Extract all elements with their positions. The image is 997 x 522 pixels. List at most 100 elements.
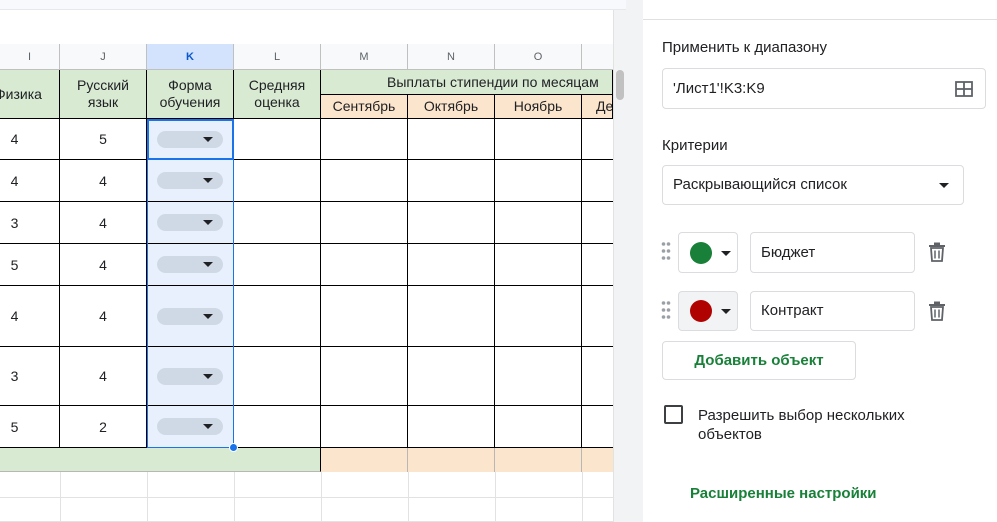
table-cell[interactable]	[234, 202, 321, 244]
header-payments[interactable]: Выплаты стипендии по месяцам	[321, 70, 613, 95]
header-month-november[interactable]: Ноябрь	[495, 95, 582, 119]
option-color-picker-contract[interactable]	[678, 291, 738, 331]
table-cell[interactable]: 4	[60, 160, 147, 202]
option-color-picker-budget[interactable]	[678, 232, 738, 273]
drag-handle-icon[interactable]	[661, 300, 671, 325]
table-cell[interactable]	[582, 347, 613, 406]
option-value-input-budget[interactable]: Бюджет	[750, 232, 915, 273]
option-value-input-contract[interactable]: Контракт	[750, 291, 915, 331]
header-month-december[interactable]: Де	[582, 95, 613, 119]
advanced-settings-link[interactable]: Расширенные настройки	[690, 485, 877, 502]
header-month-september[interactable]: Сентябрь	[321, 95, 408, 119]
trash-icon[interactable]	[928, 301, 946, 326]
table-cell[interactable]	[408, 347, 495, 406]
table-cell[interactable]	[234, 347, 321, 406]
table-cell[interactable]: 4	[60, 244, 147, 286]
table-cell[interactable]: 5	[0, 244, 60, 286]
table-cell[interactable]	[495, 347, 582, 406]
header-form[interactable]: Форма обучения	[147, 70, 234, 119]
spreadsheet-grid[interactable]: I J K L M N O Физика Русский язык Форма …	[0, 0, 626, 522]
column-header-m[interactable]: M	[321, 44, 408, 70]
table-cell[interactable]: 4	[0, 286, 60, 347]
table-cell[interactable]: 4	[60, 286, 147, 347]
table-cell[interactable]: 2	[60, 406, 147, 448]
table-cell[interactable]	[408, 160, 495, 202]
table-cell[interactable]	[321, 406, 408, 448]
table-cell[interactable]	[234, 406, 321, 448]
table-cell[interactable]	[234, 286, 321, 347]
header-physics[interactable]: Физика	[0, 70, 60, 119]
table-cell[interactable]	[321, 347, 408, 406]
column-header-o[interactable]: O	[495, 44, 582, 70]
table-cell[interactable]	[582, 119, 613, 160]
table-cell[interactable]	[495, 406, 582, 448]
dropdown-chip[interactable]	[157, 256, 223, 273]
table-cell[interactable]: 4	[0, 160, 60, 202]
footer-row-green[interactable]	[0, 448, 321, 472]
table-cell[interactable]	[582, 406, 613, 448]
column-header-i[interactable]: I	[0, 44, 60, 70]
header-russian[interactable]: Русский язык	[60, 70, 147, 119]
column-header-l[interactable]: L	[234, 44, 321, 70]
range-input[interactable]: 'Лист1'!K3:K9	[662, 68, 986, 109]
table-cell[interactable]	[582, 286, 613, 347]
table-cell[interactable]	[408, 119, 495, 160]
dropdown-cell[interactable]	[147, 119, 234, 160]
dropdown-cell[interactable]	[147, 286, 234, 347]
drag-handle-icon[interactable]	[661, 241, 671, 266]
allow-multiple-label[interactable]: Разрешить выбор нескольких объектов	[698, 406, 938, 444]
allow-multiple-checkbox[interactable]	[664, 405, 683, 424]
table-cell[interactable]	[408, 244, 495, 286]
table-cell[interactable]	[582, 160, 613, 202]
table-cell[interactable]	[408, 286, 495, 347]
table-cell[interactable]	[495, 286, 582, 347]
column-header-j[interactable]: J	[60, 44, 147, 70]
table-cell[interactable]	[321, 119, 408, 160]
table-cell[interactable]	[321, 202, 408, 244]
dropdown-chip[interactable]	[157, 307, 223, 325]
table-cell[interactable]	[582, 202, 613, 244]
table-cell[interactable]	[321, 160, 408, 202]
dropdown-chip[interactable]	[157, 367, 223, 385]
dropdown-chip[interactable]	[157, 172, 223, 189]
table-cell[interactable]	[582, 244, 613, 286]
header-month-october[interactable]: Октябрь	[408, 95, 495, 119]
criteria-select[interactable]: Раскрывающийся список	[662, 165, 964, 205]
table-cell[interactable]: 5	[60, 119, 147, 160]
table-cell[interactable]	[495, 119, 582, 160]
table-cell[interactable]	[495, 244, 582, 286]
table-cell[interactable]: 3	[0, 202, 60, 244]
table-cell[interactable]: 4	[60, 347, 147, 406]
table-cell[interactable]	[495, 202, 582, 244]
table-cell[interactable]	[321, 244, 408, 286]
table-cell[interactable]	[234, 244, 321, 286]
table-cell[interactable]	[408, 202, 495, 244]
table-cell[interactable]: 5	[0, 406, 60, 448]
dropdown-cell[interactable]	[147, 244, 234, 286]
table-cell[interactable]	[234, 160, 321, 202]
dropdown-cell[interactable]	[147, 160, 234, 202]
fill-handle[interactable]	[229, 443, 238, 452]
table-cell[interactable]	[495, 160, 582, 202]
footer-cell-p[interactable]	[582, 448, 613, 472]
footer-cell-o[interactable]	[495, 448, 582, 472]
grid-select-icon[interactable]	[955, 81, 973, 101]
add-item-button[interactable]: Добавить объект	[662, 341, 856, 380]
table-cell[interactable]: 3	[0, 347, 60, 406]
dropdown-chip[interactable]	[157, 130, 223, 148]
footer-cell-n[interactable]	[408, 448, 495, 472]
scrollbar-thumb[interactable]	[616, 70, 624, 100]
dropdown-cell[interactable]	[147, 347, 234, 406]
column-header-k[interactable]: K	[147, 44, 234, 70]
table-cell[interactable]	[234, 119, 321, 160]
header-average[interactable]: Средняя оценка	[234, 70, 321, 119]
dropdown-chip[interactable]	[157, 214, 223, 231]
table-cell[interactable]	[408, 406, 495, 448]
table-cell[interactable]: 4	[0, 119, 60, 160]
trash-icon[interactable]	[928, 242, 946, 267]
dropdown-chip[interactable]	[157, 418, 223, 435]
column-header-p[interactable]	[582, 44, 613, 70]
table-cell[interactable]	[321, 286, 408, 347]
dropdown-cell[interactable]	[147, 406, 234, 448]
column-header-n[interactable]: N	[408, 44, 495, 70]
